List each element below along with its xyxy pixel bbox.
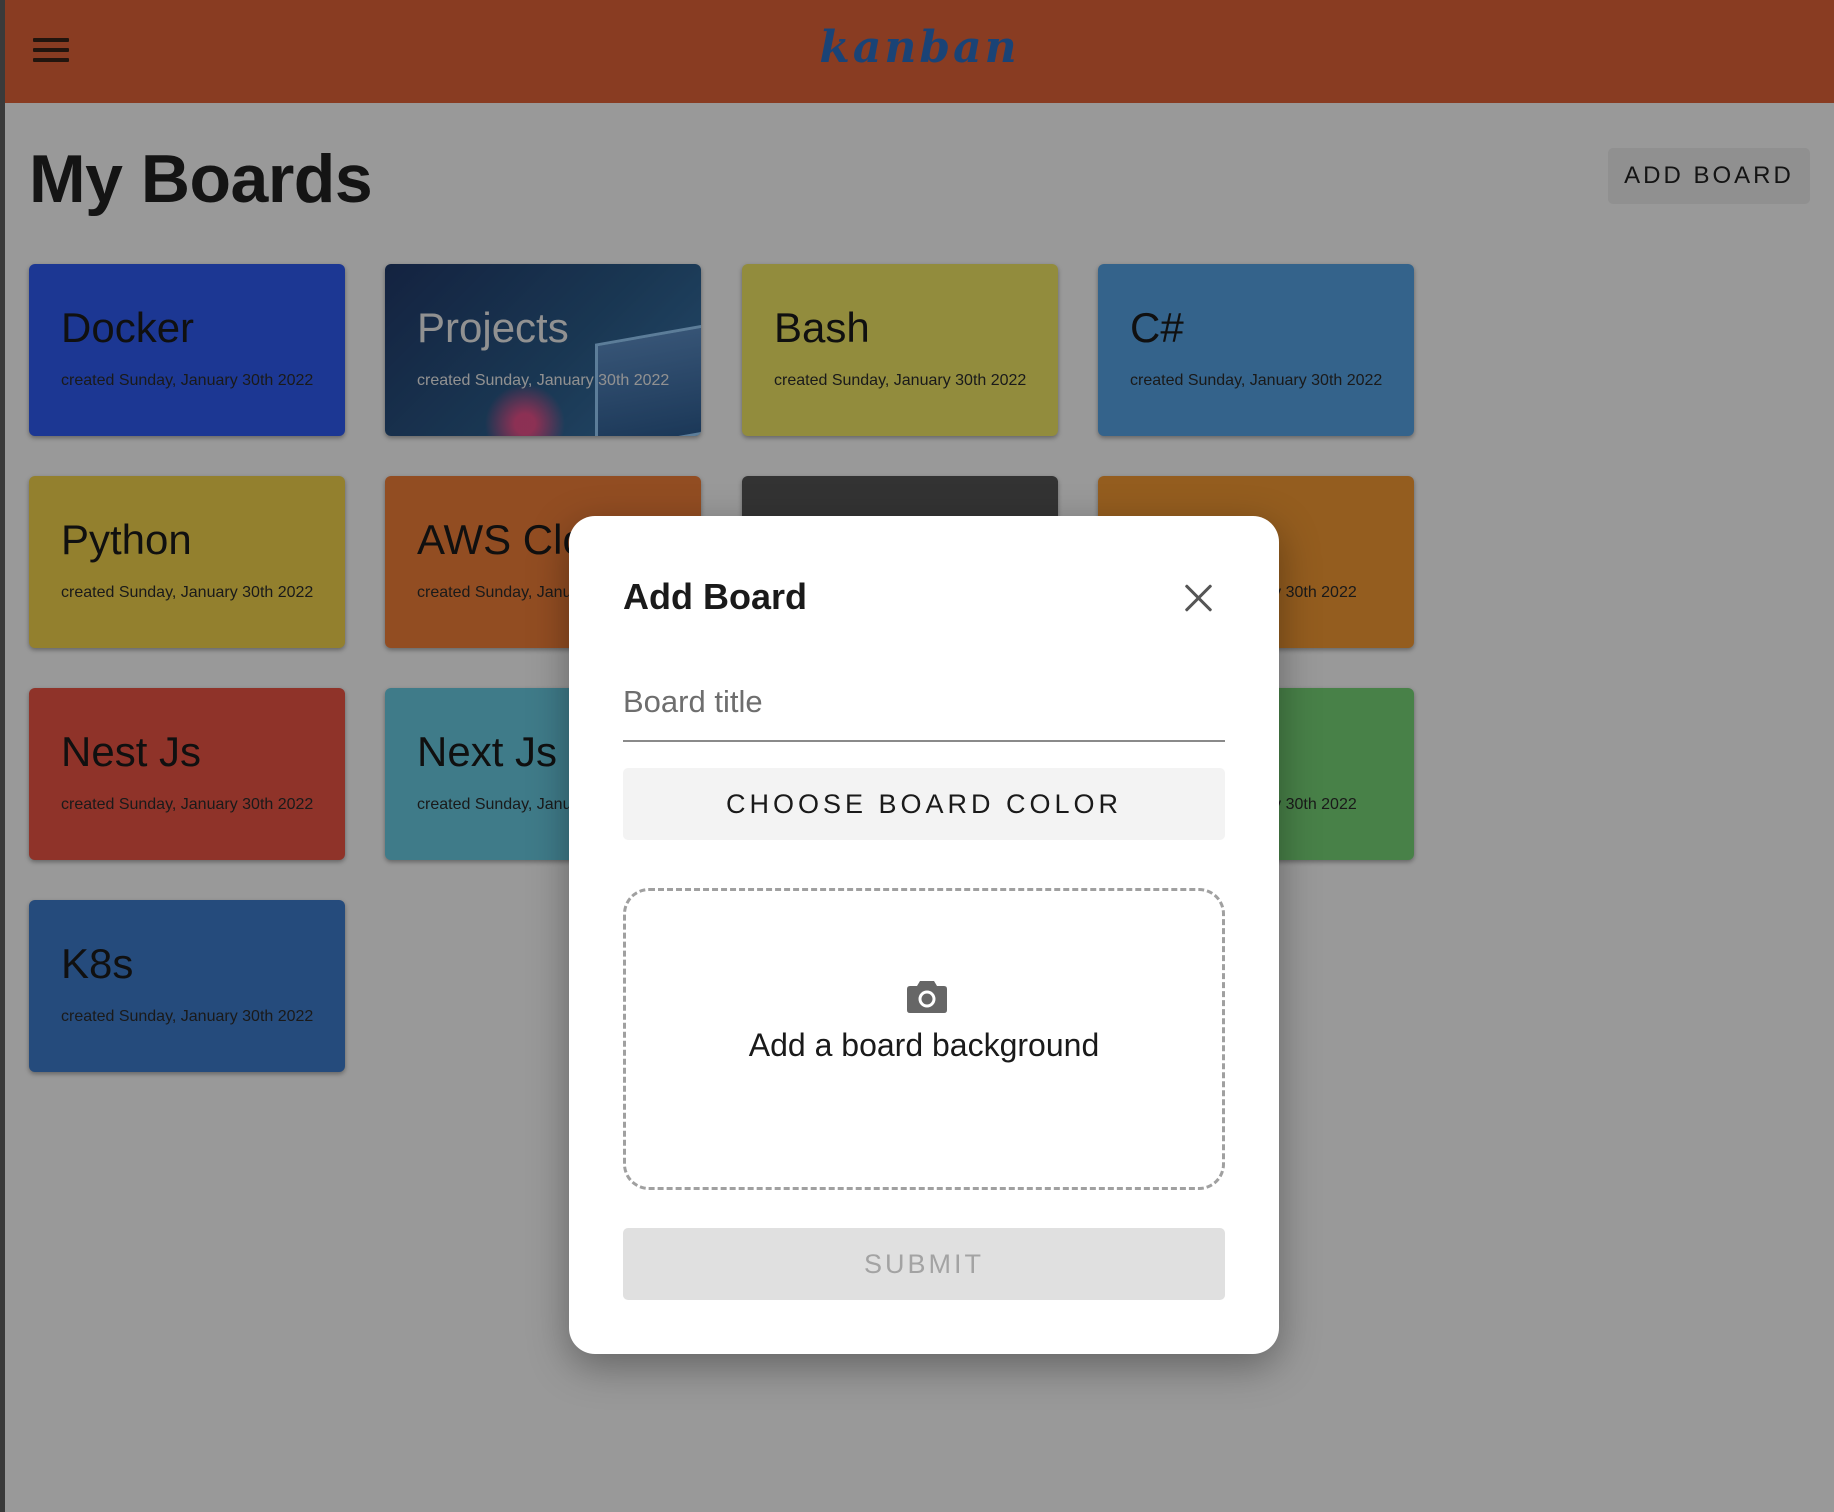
board-title-input[interactable] xyxy=(623,664,1225,742)
app-root: kanban My Boards ADD BOARD Docker create… xyxy=(5,0,1834,1512)
dialog-title: Add Board xyxy=(623,576,807,617)
board-background-dropzone[interactable]: Add a board background xyxy=(623,888,1225,1190)
submit-button[interactable]: SUBMIT xyxy=(623,1228,1225,1300)
choose-board-color-button[interactable]: CHOOSE BOARD COLOR xyxy=(623,768,1225,840)
add-board-dialog: Add Board CHOOSE BOARD COLOR Add a board… xyxy=(569,516,1279,1354)
dropzone-label: Add a board background xyxy=(748,1027,1100,1063)
close-icon[interactable] xyxy=(1179,578,1219,618)
camera-icon xyxy=(907,981,947,1013)
